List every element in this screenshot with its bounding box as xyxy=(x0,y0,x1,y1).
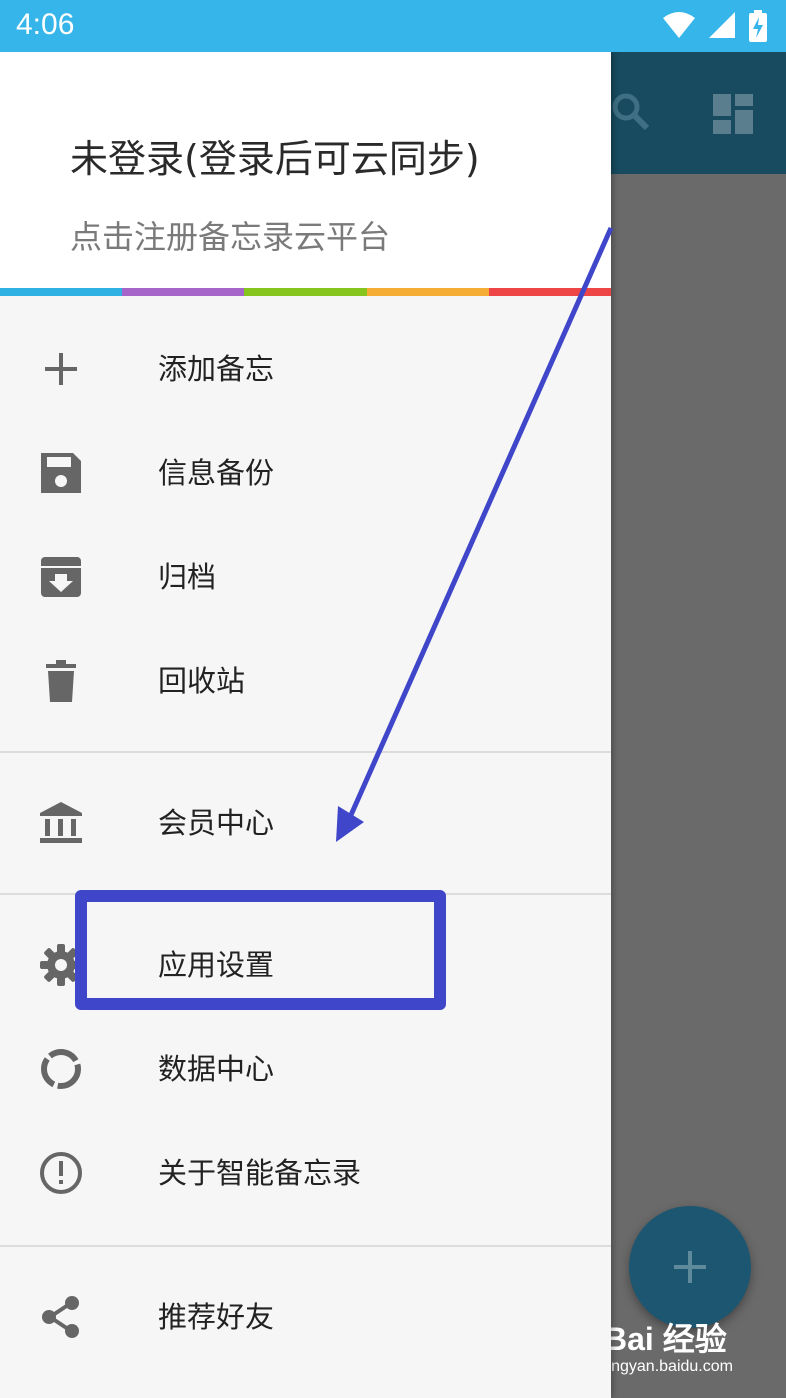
status-bar: 4:06 xyxy=(0,0,786,52)
menu-item-label: 回收站 xyxy=(158,664,246,698)
account-subtitle[interactable]: 点击注册备忘录云平台 xyxy=(70,212,390,258)
stripe-segment xyxy=(122,288,245,296)
menu-item-label: 归档 xyxy=(158,560,217,594)
menu-item-share[interactable]: 推荐好友 xyxy=(0,1266,611,1366)
stripe-segment xyxy=(244,288,367,296)
color-stripe xyxy=(0,288,612,296)
search-icon[interactable] xyxy=(611,92,651,132)
save-icon xyxy=(41,453,81,493)
plus-icon xyxy=(45,353,77,385)
status-icons xyxy=(656,10,768,42)
stripe-segment xyxy=(488,288,612,296)
menu-item-label: 数据中心 xyxy=(158,1052,275,1086)
watermark-url: jingyan.baidu.com xyxy=(604,1358,733,1375)
menu-item-add-memo[interactable]: 添加备忘 xyxy=(0,318,611,418)
watermark-brand: Bai 经验 xyxy=(604,1321,727,1357)
account-title: 未登录(登录后可云同步) xyxy=(70,137,480,181)
info-icon xyxy=(40,1152,82,1194)
app-bar xyxy=(611,52,786,174)
wifi-icon xyxy=(662,12,695,38)
trash-icon xyxy=(46,660,76,702)
plus-icon xyxy=(674,1251,706,1283)
dashboard-icon[interactable] xyxy=(713,94,753,134)
stripe-segment xyxy=(0,288,123,296)
menu-item-label: 添加备忘 xyxy=(158,352,275,386)
status-time: 4:06 xyxy=(16,8,75,41)
menu-item-label: 关于智能备忘录 xyxy=(158,1156,362,1190)
menu-item-about[interactable]: 关于智能备忘录 xyxy=(0,1122,611,1222)
battery-icon xyxy=(749,10,767,42)
archive-icon xyxy=(41,557,81,597)
share-icon xyxy=(42,1296,79,1338)
watermark: Bai 经验 jingyan.baidu.com xyxy=(598,1306,786,1390)
menu-item-data-center[interactable]: 数据中心 xyxy=(0,1018,611,1118)
donut-icon xyxy=(41,1049,81,1089)
menu-item-label: 会员中心 xyxy=(158,806,275,840)
menu-item-backup[interactable]: 信息备份 xyxy=(0,422,611,522)
menu-item-archive[interactable]: 归档 xyxy=(0,526,611,626)
divider xyxy=(0,1245,611,1247)
divider xyxy=(0,751,611,753)
menu-item-label: 推荐好友 xyxy=(158,1300,275,1334)
stripe-segment xyxy=(366,288,489,296)
navigation-drawer: 未登录(登录后可云同步) 点击注册备忘录云平台 添加备忘 信息备份 归档 回收站… xyxy=(0,52,612,1398)
bank-icon xyxy=(40,802,82,843)
menu-item-trash[interactable]: 回收站 xyxy=(0,630,611,730)
annotation-highlight-box xyxy=(75,890,446,1010)
signal-icon xyxy=(708,12,735,38)
drawer-header[interactable]: 未登录(登录后可云同步) 点击注册备忘录云平台 xyxy=(0,52,612,296)
menu-item-membership[interactable]: 会员中心 xyxy=(0,772,611,872)
menu-item-label: 信息备份 xyxy=(158,456,275,490)
